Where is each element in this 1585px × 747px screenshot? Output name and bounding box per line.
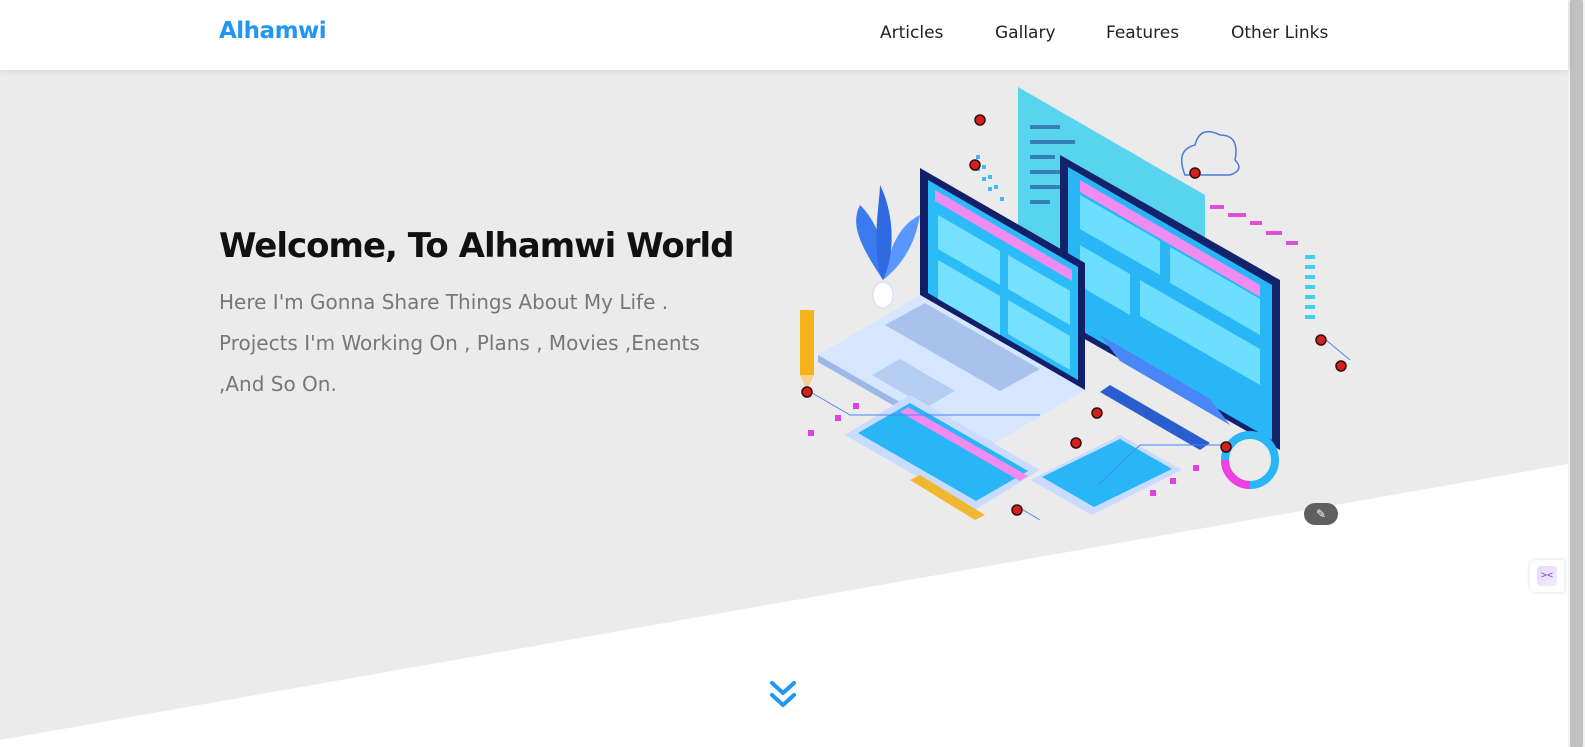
landing-description: Here I'm Gonna Share Things About My Lif… [219,290,700,396]
nav-link-articles[interactable]: Articles [880,23,943,43]
logo-link[interactable]: Alhamwi [219,18,327,44]
go-down-button[interactable] [765,680,801,712]
extension-badge[interactable]: ✎ [1304,503,1338,525]
nav-link-gallary[interactable]: Gallary [995,23,1056,43]
scrollbar-thumb[interactable] [1570,0,1583,747]
double-chevron-down-icon [770,681,796,707]
nav-link-other-links[interactable]: Other Links [1231,23,1328,43]
site-header: Alhamwi Articles Gallary Features Other … [0,0,1568,70]
nav-link-features[interactable]: Features [1106,23,1179,43]
landing-section: Welcome, To Alhamwi World Here I'm Gonna… [0,70,1568,747]
landing-title: Welcome, To Alhamwi World [219,226,734,266]
side-widget[interactable]: >< [1530,560,1564,592]
code-brackets-icon: >< [1537,566,1557,586]
devices-illustration [800,87,1350,521]
magic-wand-icon: ✎ [1315,507,1327,521]
